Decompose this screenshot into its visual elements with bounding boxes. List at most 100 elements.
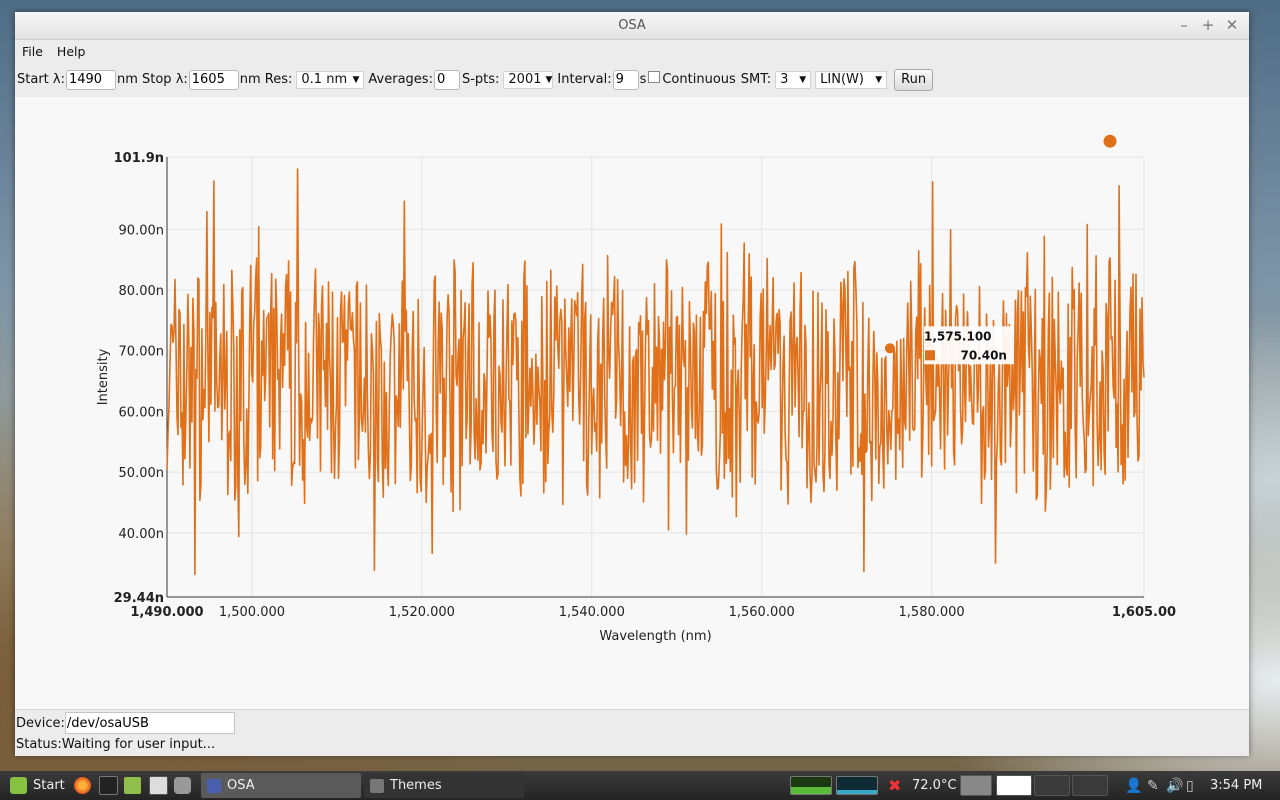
- keyboard-icon: [149, 776, 168, 795]
- y-tick-label: 60.00n: [119, 405, 164, 420]
- res-label: nm Res:: [239, 72, 293, 87]
- memory-graph-icon: [836, 776, 878, 795]
- x-tick-label: 1,560.000: [729, 605, 795, 620]
- y-tick-label: 40.00n: [119, 527, 164, 542]
- start-wavelength-input[interactable]: [65, 69, 116, 90]
- y-tick-label: 101.9n: [114, 151, 164, 166]
- menu-bar: File Help: [15, 40, 1249, 62]
- averages-input[interactable]: [433, 69, 460, 90]
- interval-unit: s: [639, 72, 647, 87]
- x-tick-label: 1,540.000: [559, 605, 625, 620]
- device-label: Device:: [16, 715, 65, 731]
- menu-help[interactable]: Help: [57, 44, 86, 59]
- workspace-1[interactable]: [960, 775, 992, 796]
- y-tick-label: 80.00n: [119, 284, 164, 299]
- taskbar-window-themes[interactable]: Themes: [364, 773, 524, 798]
- x-tick-label: 1,605.00: [1112, 605, 1176, 620]
- clock: 3:54 PM: [1210, 778, 1263, 793]
- status-label: Status:: [16, 737, 62, 752]
- minimize-icon[interactable]: –: [1174, 15, 1194, 35]
- status-bar: Device: Status:Waiting for user input...: [15, 709, 1249, 756]
- pen-icon[interactable]: ✎: [1147, 771, 1159, 800]
- chevron-down-icon: ▼: [799, 74, 807, 85]
- x-tick-label: 1,580.000: [899, 605, 965, 620]
- y-tick-label: 70.00n: [119, 345, 164, 360]
- continuous-label: Continuous: [662, 72, 736, 87]
- y-tick-label: 29.44n: [114, 591, 164, 606]
- chevron-down-icon: ▼: [875, 74, 883, 85]
- terminal-launcher[interactable]: [99, 771, 118, 800]
- terminal-icon: [99, 776, 118, 795]
- cpu-monitor[interactable]: [790, 771, 832, 800]
- network-disconnected-icon[interactable]: ✖: [888, 771, 901, 800]
- tooltip-swatch: [924, 350, 935, 361]
- resolution-select[interactable]: 0.1 nm ▼: [296, 70, 365, 89]
- osa-window: OSA – + ✕ File Help Start λ: nm Stop λ: …: [15, 12, 1249, 756]
- menu-file[interactable]: File: [22, 44, 43, 59]
- smt-label: SMT:: [740, 72, 772, 87]
- hover-point: [884, 343, 895, 354]
- user-icon[interactable]: 👤: [1125, 771, 1142, 800]
- toolbar: Start λ: nm Stop λ: nm Res: 0.1 nm ▼ Aver…: [15, 62, 1249, 98]
- taskbar: Start OSA Themes ✖ 72.0°C 👤 ✎ 🔊 ▯ 3:54 P…: [0, 771, 1280, 800]
- taskbar-osa-label: OSA: [227, 778, 255, 793]
- y-tick-label: 90.00n: [119, 223, 164, 238]
- memory-monitor[interactable]: [836, 771, 878, 800]
- temperature-readout: 72.0°C: [912, 778, 957, 793]
- interval-label: Interval:: [557, 72, 612, 87]
- camera-icon: [174, 777, 191, 794]
- volume-icon[interactable]: 🔊: [1166, 771, 1183, 800]
- firefox-icon: [74, 777, 91, 794]
- cpu-graph-icon: [790, 776, 832, 795]
- interval-input[interactable]: [612, 69, 639, 90]
- x-tick-label: 1,490.000: [130, 605, 203, 620]
- stop-wavelength-input[interactable]: [188, 69, 239, 90]
- themes-app-icon: [370, 778, 384, 793]
- osa-app-icon: [207, 778, 221, 793]
- scale-select[interactable]: LIN(W) ▼: [815, 70, 888, 89]
- spts-value: 2001: [508, 72, 542, 87]
- spectrum-series-line: [166, 168, 1145, 576]
- keyboard-launcher[interactable]: [149, 771, 168, 800]
- workspace-4[interactable]: [1072, 775, 1108, 796]
- files-launcher[interactable]: [124, 771, 141, 800]
- averages-label: Averages:: [368, 72, 433, 87]
- scale-value: LIN(W): [820, 72, 864, 87]
- tooltip-y-label: 70.40n: [960, 348, 1007, 362]
- workspace-3[interactable]: [1034, 775, 1070, 796]
- close-icon[interactable]: ✕: [1222, 15, 1242, 35]
- spts-label: S-pts:: [461, 72, 500, 87]
- battery-icon[interactable]: ▯: [1186, 771, 1194, 800]
- workspace-switcher[interactable]: [960, 771, 1108, 800]
- taskbar-window-osa[interactable]: OSA: [201, 773, 361, 798]
- x-axis-title: Wavelength (nm): [599, 629, 711, 644]
- chevron-down-icon: ▼: [352, 74, 360, 85]
- spts-select[interactable]: 2001 ▼: [503, 70, 554, 89]
- smt-select[interactable]: 3 ▼: [775, 70, 812, 89]
- workspace-2[interactable]: [996, 775, 1032, 796]
- mint-logo-icon: [10, 777, 27, 794]
- stop-label: nm Stop λ:: [116, 72, 188, 87]
- device-input[interactable]: [64, 712, 235, 734]
- start-label: Start λ:: [17, 72, 65, 87]
- folder-icon: [124, 777, 141, 794]
- spectrum-chart[interactable]: 1,490.000 1,500.000 1,520.000 1,540.000 1,56…: [15, 97, 1249, 709]
- firefox-launcher[interactable]: [74, 771, 91, 800]
- tooltip-x-label: 1,575.100: [924, 329, 992, 343]
- continuous-checkbox[interactable]: [648, 70, 661, 83]
- screenshot-launcher[interactable]: [174, 771, 191, 800]
- x-tick-label: 1,500.000: [219, 605, 285, 620]
- start-label: Start: [33, 778, 65, 793]
- status-text: Waiting for user input...: [61, 737, 216, 752]
- smt-value: 3: [780, 72, 789, 87]
- chart-area: 1,490.000 1,500.000 1,520.000 1,540.000 1,56…: [15, 97, 1249, 709]
- chevron-down-icon: ▼: [545, 74, 553, 85]
- title-bar[interactable]: OSA – + ✕: [15, 12, 1249, 40]
- window-title: OSA: [618, 18, 646, 33]
- start-menu-button[interactable]: Start: [10, 771, 65, 800]
- x-tick-label: 1,520.000: [389, 605, 455, 620]
- y-axis-title: Intensity: [96, 348, 111, 405]
- resolution-value: 0.1 nm: [301, 72, 348, 87]
- maximize-icon[interactable]: +: [1198, 15, 1218, 35]
- run-button[interactable]: Run: [894, 68, 934, 91]
